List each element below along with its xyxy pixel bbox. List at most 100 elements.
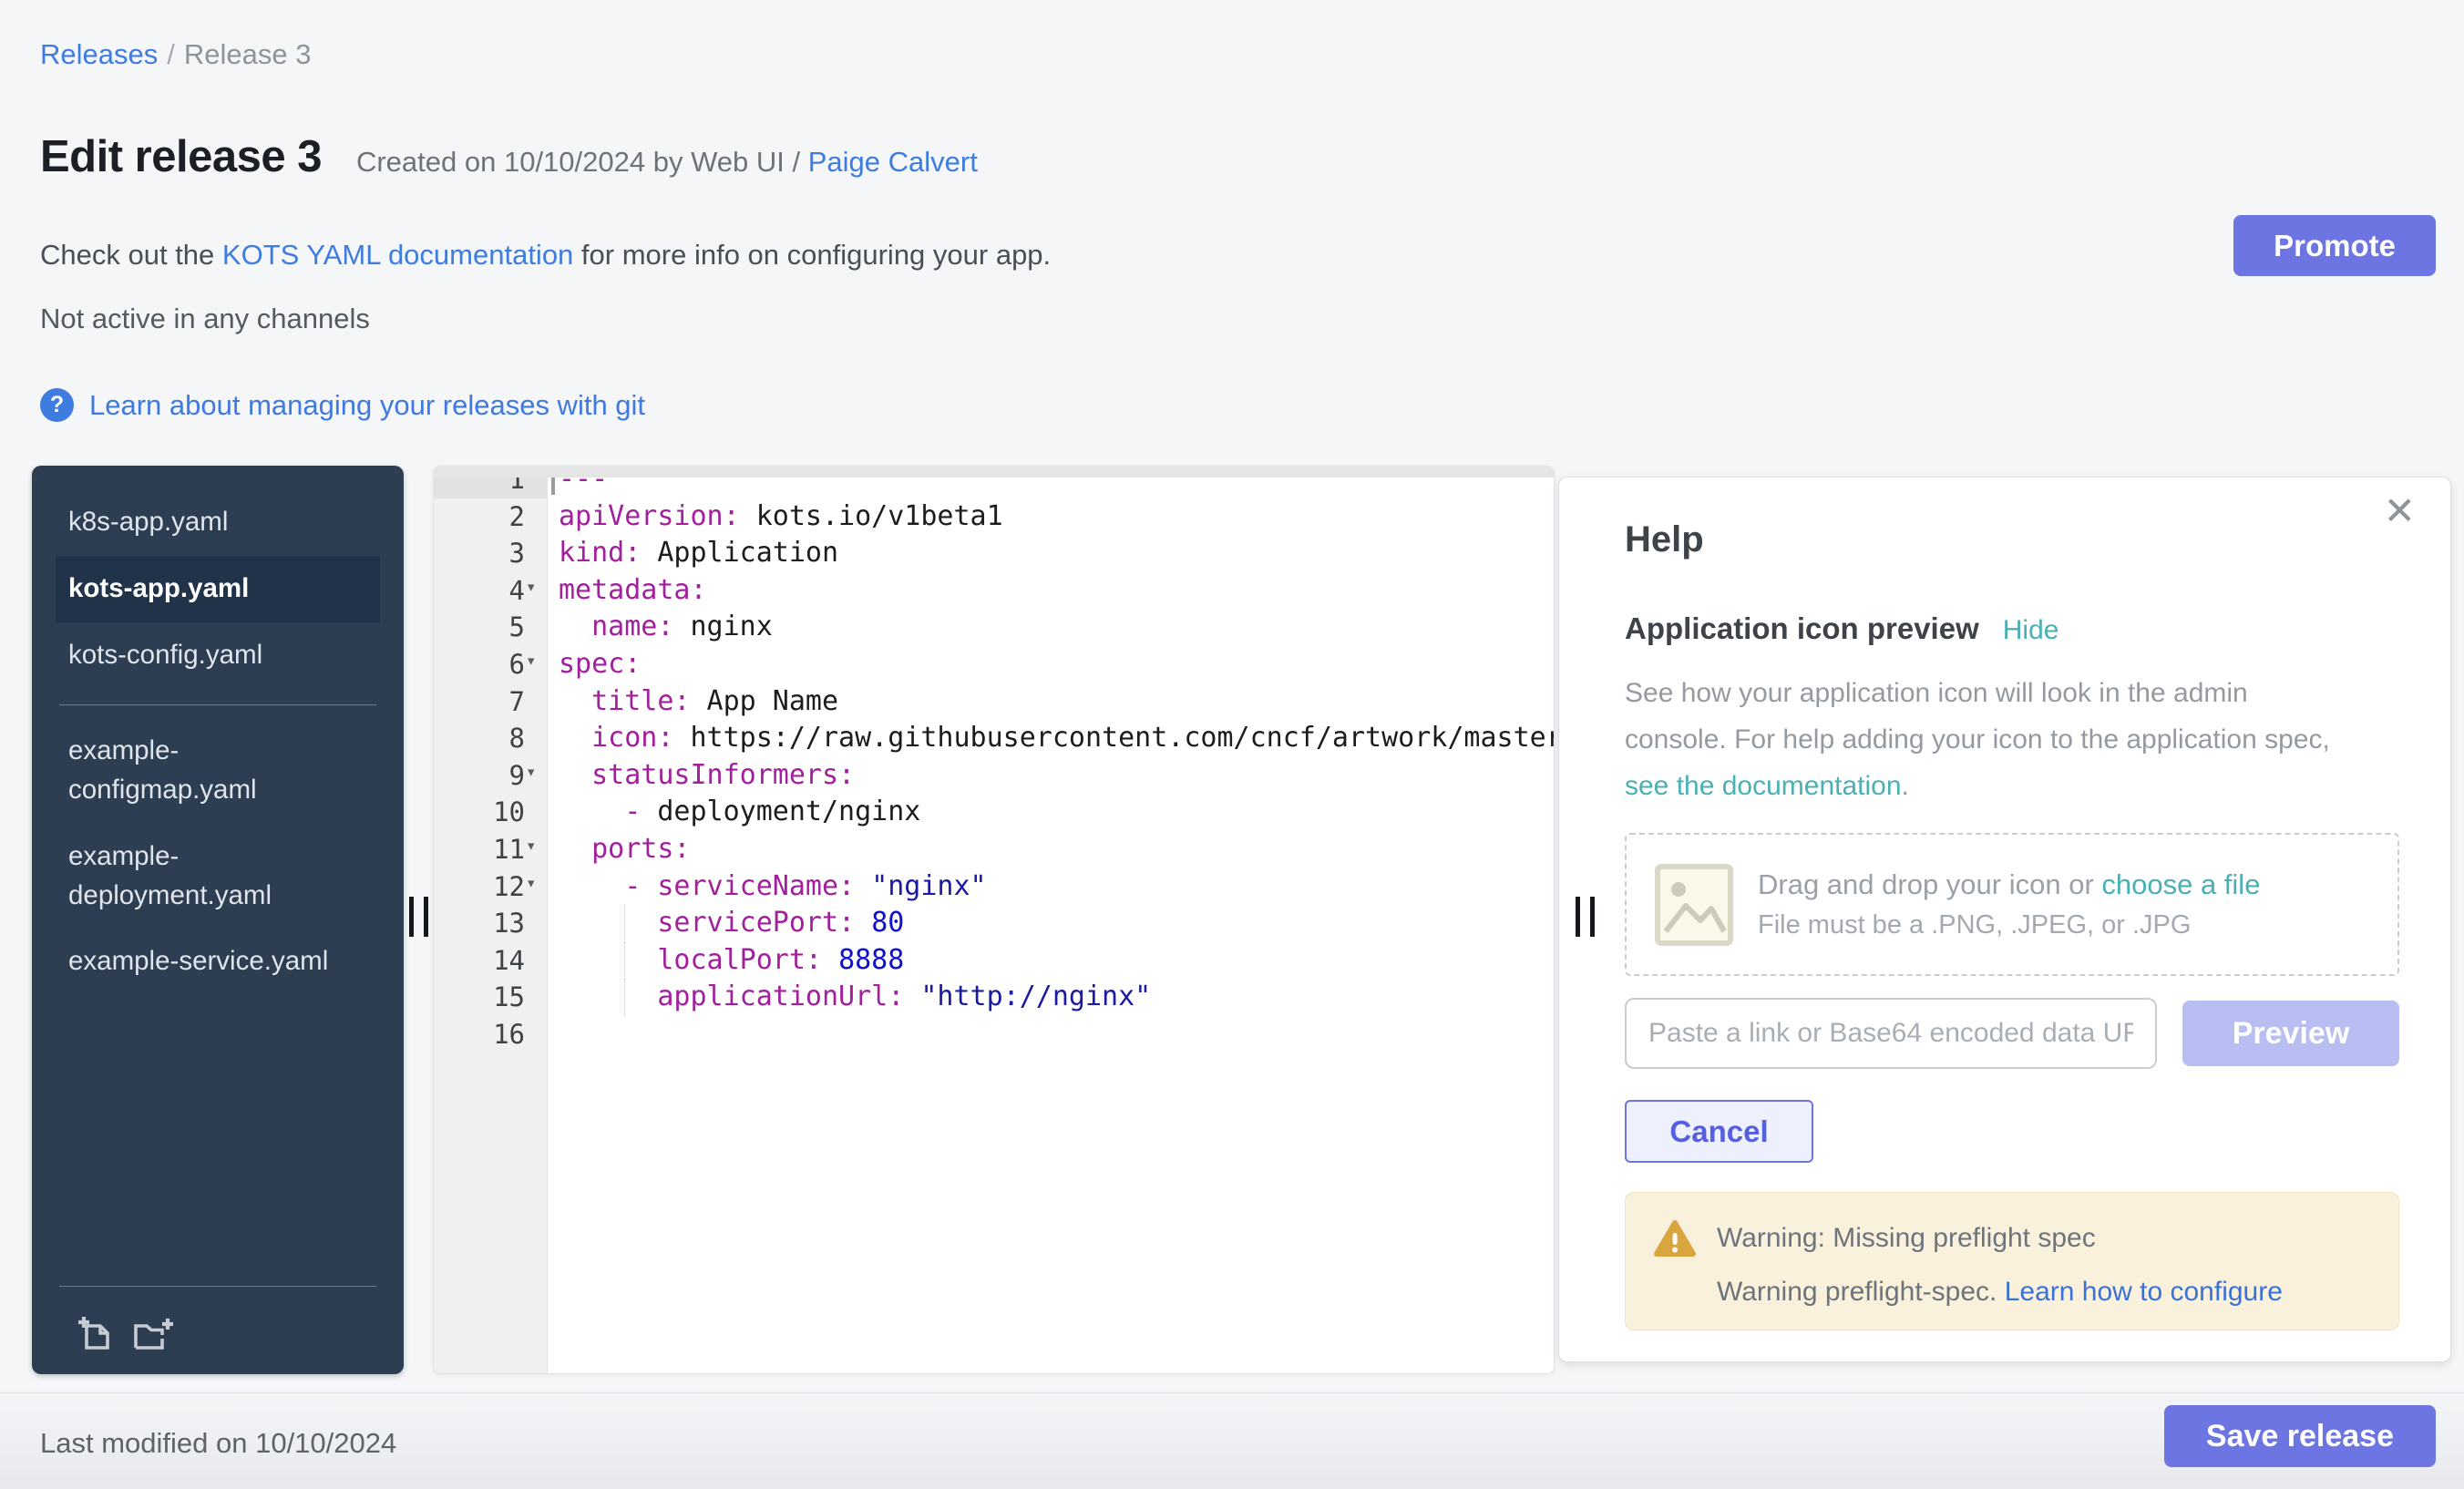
file-tree-item[interactable]: example-deployment.yaml [56, 824, 365, 929]
line-number: 13 [434, 905, 548, 942]
breadcrumb-releases-link[interactable]: Releases [40, 38, 158, 70]
breadcrumb: Releases/Release 3 [40, 38, 311, 71]
question-circle-icon: ? [40, 388, 74, 422]
line-number: 3 [434, 535, 548, 572]
channel-status: Not active in any channels [40, 303, 370, 335]
code-text: spec: [548, 646, 1554, 683]
file-tree-bottom: example-configmap.yamlexample-deployment… [56, 718, 380, 995]
file-tree-item[interactable]: k8s-app.yaml [56, 489, 365, 556]
close-icon[interactable]: ✕ [2384, 492, 2416, 530]
code-line: 7 title: App Name [434, 683, 1554, 721]
code-text: kind: Application [548, 535, 1554, 572]
promote-button[interactable]: Promote [2233, 215, 2436, 276]
fold-arrow-icon[interactable]: ▾ [526, 764, 536, 781]
code-text: - deployment/nginx [548, 794, 1554, 831]
footer-divider [0, 1392, 2464, 1393]
choose-file-link[interactable]: choose a file [2101, 868, 2260, 900]
warning-detail-text: Warning preflight-spec. [1717, 1277, 2005, 1307]
code-line: 16 [434, 1016, 1554, 1053]
breadcrumb-separator: / [167, 38, 175, 70]
fold-arrow-icon[interactable]: ▾ [526, 652, 536, 670]
file-tree-item[interactable]: example-configmap.yaml [56, 718, 365, 824]
file-tree-top: k8s-app.yamlkots-app.yamlkots-config.yam… [56, 489, 380, 688]
code-line: 14 localPort: 8888 [434, 942, 1554, 980]
preview-button[interactable]: Preview [2182, 1001, 2399, 1066]
code-text: ports: [548, 831, 1554, 868]
dropzone-prompt: Drag and drop your icon or [1758, 868, 2101, 900]
line-number: 10 [434, 794, 548, 831]
created-text: Created on 10/10/2024 by Web UI / [356, 146, 800, 178]
page: Releases/Release 3 Edit release 3 Create… [0, 0, 2464, 1489]
file-tree-item[interactable]: kots-config.yaml [56, 622, 365, 689]
code-line: 15 applicationUrl: "http://nginx" [434, 979, 1554, 1016]
hide-link[interactable]: Hide [2003, 615, 2059, 646]
line-number: 15 [434, 979, 548, 1016]
code-text: name: nginx [548, 609, 1554, 646]
line-number: 11▾ [434, 831, 548, 868]
code-text: - serviceName: "nginx" [548, 868, 1554, 906]
learn-configure-link[interactable]: Learn how to configure [2005, 1277, 2283, 1307]
indent-guide [624, 905, 625, 942]
created-info: Created on 10/10/2024 by Web UI / Paige … [356, 146, 978, 179]
line-number: 5 [434, 609, 548, 646]
file-tree-sidebar: k8s-app.yamlkots-app.yamlkots-config.yam… [32, 466, 404, 1374]
icon-preview-description: See how your application icon will look … [1625, 670, 2399, 809]
icon-url-row: Preview [1625, 998, 2399, 1069]
doc-text-pre: Check out the [40, 239, 222, 271]
fold-arrow-icon[interactable]: ▾ [526, 579, 536, 596]
icon-dropzone[interactable]: Drag and drop your icon or choose a file… [1625, 833, 2399, 976]
icon-preview-section-header: Application icon preview Hide [1625, 611, 2399, 646]
kots-yaml-doc-link[interactable]: KOTS YAML documentation [222, 239, 573, 271]
indent-guide [624, 979, 625, 1016]
code-line: 8 icon: https://raw.githubusercontent.co… [434, 720, 1554, 757]
author-link[interactable]: Paige Calvert [808, 146, 978, 178]
indent-guide [624, 942, 625, 980]
code-line: 12▾ - serviceName: "nginx" [434, 868, 1554, 906]
title-row: Edit release 3 Created on 10/10/2024 by … [40, 131, 978, 182]
file-tree-item[interactable]: kots-app.yaml [56, 556, 380, 622]
page-title: Edit release 3 [40, 131, 322, 182]
icon-url-input[interactable] [1625, 998, 2157, 1069]
fold-arrow-icon[interactable]: ▾ [526, 875, 536, 892]
help-resize-handle[interactable] [1576, 897, 1595, 937]
sidebar-resize-handle[interactable] [409, 897, 428, 937]
sidebar-bottom-divider [59, 1286, 376, 1287]
editor-scrollbar[interactable] [434, 467, 1554, 478]
line-number: 12▾ [434, 868, 548, 906]
git-help-link-row[interactable]: ? Learn about managing your releases wit… [40, 388, 645, 422]
line-number: 9▾ [434, 757, 548, 795]
code-line: 9▾ statusInformers: [434, 757, 1554, 795]
file-tree-divider [59, 704, 376, 705]
doc-text-post: for more info on configuring your app. [573, 239, 1051, 271]
doc-link-suffix: . [1902, 771, 1909, 801]
new-folder-icon[interactable] [132, 1314, 174, 1352]
preflight-warning-box: Warning: Missing preflight spec Warning … [1625, 1192, 2399, 1330]
code-line: 13 servicePort: 80 [434, 905, 1554, 942]
yaml-editor[interactable]: 1---2apiVersion: kots.io/v1beta13kind: A… [433, 466, 1555, 1374]
description-line-1: See how your application icon will look … [1625, 678, 2248, 708]
git-releases-link[interactable]: Learn about managing your releases with … [89, 389, 645, 422]
code-line: 11▾ ports: [434, 831, 1554, 868]
line-number: 16 [434, 1016, 548, 1053]
line-number: 2 [434, 498, 548, 536]
code-lines: 1---2apiVersion: kots.io/v1beta13kind: A… [434, 466, 1554, 1053]
fold-arrow-icon[interactable]: ▾ [526, 837, 536, 855]
new-file-icon[interactable] [76, 1314, 114, 1352]
code-text: title: App Name [548, 683, 1554, 721]
save-release-button[interactable]: Save release [2164, 1405, 2436, 1467]
warning-detail: Warning preflight-spec. Learn how to con… [1717, 1277, 2371, 1308]
see-documentation-link[interactable]: see the documentation [1625, 771, 1902, 801]
kots-doc-line: Check out the KOTS YAML documentation fo… [40, 239, 1051, 272]
line-number: 8 [434, 720, 548, 757]
dropzone-hint: File must be a .PNG, .JPEG, or .JPG [1758, 910, 2260, 940]
image-placeholder-icon [1654, 863, 1734, 947]
file-tree-item[interactable]: example-service.yaml [56, 929, 365, 995]
code-line: 4▾metadata: [434, 572, 1554, 610]
line-number: 6▾ [434, 646, 548, 683]
code-line: 6▾spec: [434, 646, 1554, 683]
cancel-button[interactable]: Cancel [1625, 1100, 1813, 1163]
code-line: 10 - deployment/nginx [434, 794, 1554, 831]
line-number: 14 [434, 942, 548, 980]
line-number: 4▾ [434, 572, 548, 610]
warning-title: Warning: Missing preflight spec [1717, 1223, 2096, 1254]
